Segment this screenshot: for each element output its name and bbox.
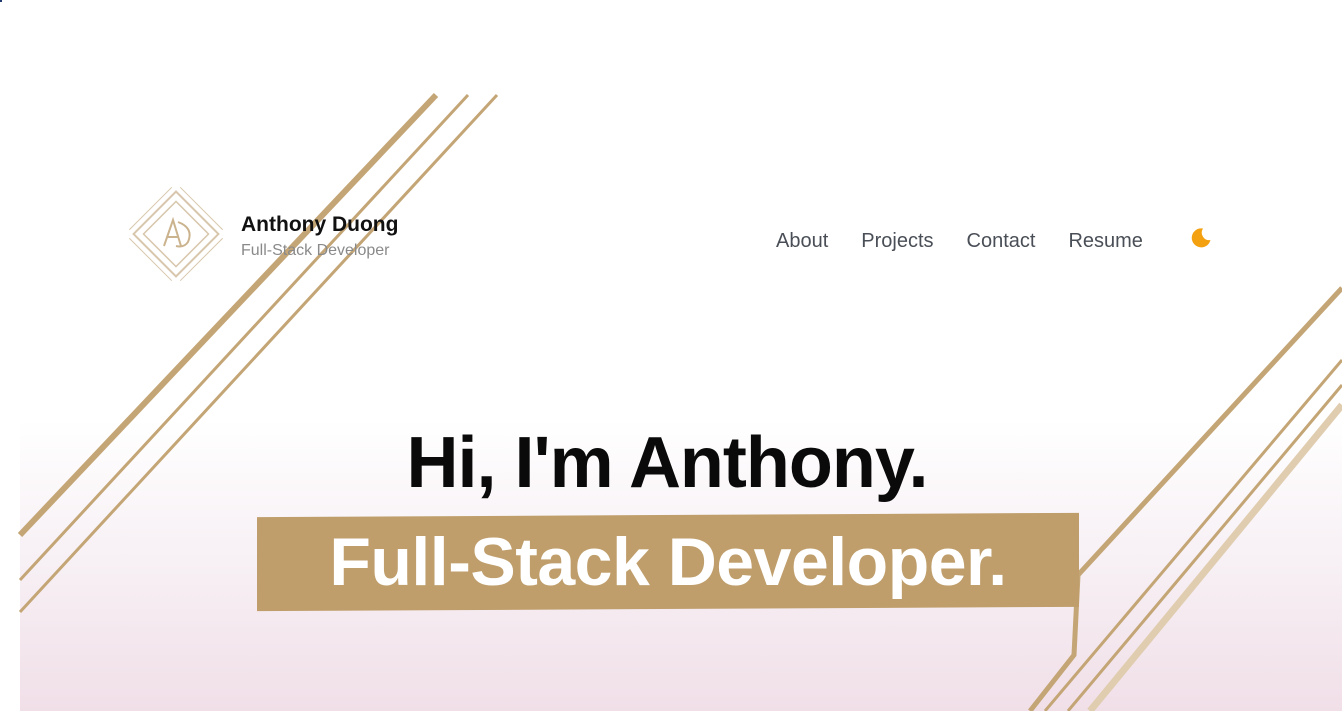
nav-item-about[interactable]: About [776,230,828,253]
nav-item-contact[interactable]: Contact [967,230,1036,253]
hero-greeting: Hi, I'm Anthony. [406,423,928,503]
main-nav: About Projects Contact Resume [776,227,1213,253]
brand-role: Full-Stack Developer [241,242,390,259]
brand-name[interactable]: Anthony Duong [241,213,398,237]
ad-monogram-logo-icon[interactable] [126,184,226,284]
site-header: Anthony Duong Full-Stack Developer About… [126,182,1226,292]
moon-icon[interactable] [1189,226,1213,250]
page: Anthony Duong Full-Stack Developer About… [0,0,1342,711]
nav-item-projects[interactable]: Projects [861,230,933,253]
nav-item-resume[interactable]: Resume [1068,230,1142,253]
brand: Anthony Duong Full-Stack Developer [241,213,398,262]
hero-subtitle: Full-Stack Developer. [329,524,1007,600]
